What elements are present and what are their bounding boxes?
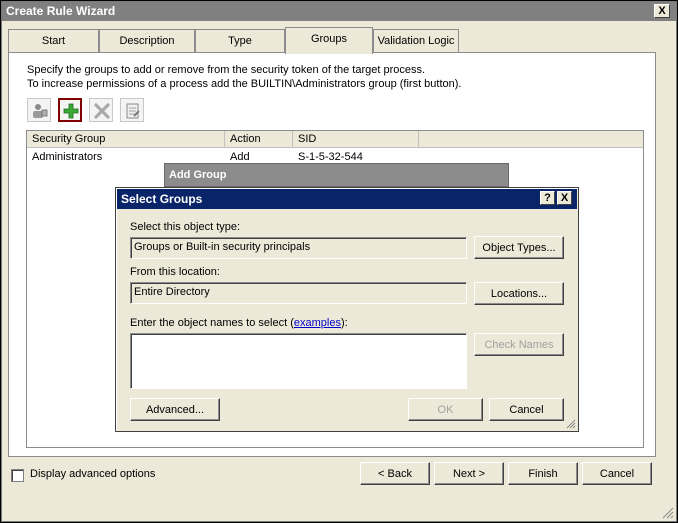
instruction-line-2: To increase permissions of a process add… [27,78,462,90]
select-groups-close-button[interactable]: X [557,191,572,205]
display-advanced-options-label: Display advanced options [30,468,156,480]
remove-group-button[interactable] [89,98,113,122]
location-label: From this location: [130,266,220,278]
groups-instructions: Specify the groups to add or remove from… [27,63,461,91]
object-names-label: Enter the object names to select (exampl… [130,317,348,329]
object-type-label: Select this object type: [130,221,241,233]
tab-groups[interactable]: Groups [285,27,373,54]
check-names-button[interactable]: Check Names [474,333,564,356]
select-groups-cancel-button[interactable]: Cancel [489,398,564,421]
tab-start[interactable]: Start [8,29,99,53]
advanced-button[interactable]: Advanced... [130,398,220,421]
examples-link[interactable]: examples [294,317,341,329]
object-types-button[interactable]: Object Types... [474,236,564,259]
add-group-dialog: Add Group [164,163,509,187]
object-names-label-suffix: ): [340,317,348,329]
resize-grip-icon[interactable] [662,507,674,519]
column-header-security-group[interactable]: Security Group [27,131,225,148]
wizard-title: Create Rule Wizard [6,4,116,18]
wizard-cancel-button[interactable]: Cancel [582,462,652,485]
location-field: Entire Directory [130,282,467,304]
locations-button[interactable]: Locations... [474,282,564,305]
select-groups-title-bar[interactable]: Select Groups [117,189,577,209]
delete-x-icon [94,103,110,119]
wizard-close-button[interactable]: X [654,4,670,18]
tab-description[interactable]: Description [99,29,195,53]
column-header-sid[interactable]: SID [293,131,419,148]
object-names-label-prefix: Enter the object names to select ( [130,317,294,329]
select-groups-dialog: Select Groups ? X Select this object typ… [115,187,579,432]
ok-button[interactable]: OK [408,398,483,421]
instruction-line-1: Specify the groups to add or remove from… [27,64,426,76]
object-names-input[interactable] [130,333,467,389]
select-groups-title: Select Groups [121,192,203,206]
list-header: Security Group Action SID [27,131,643,148]
edit-properties-icon [126,103,140,119]
add-group-title: Add Group [169,169,227,181]
add-builtin-administrators-button[interactable] [27,98,51,122]
add-plus-icon [63,103,79,119]
finish-button[interactable]: Finish [508,462,578,485]
dialog-resize-grip-icon[interactable] [566,419,576,429]
edit-group-button[interactable] [120,98,144,122]
wizard-title-bar[interactable]: Create Rule Wizard [2,2,676,21]
object-type-field: Groups or Built-in security principals [130,237,467,259]
next-button[interactable]: Next > [434,462,504,485]
column-header-action[interactable]: Action [225,131,293,148]
tab-type[interactable]: Type [195,29,285,53]
add-group-button[interactable] [58,98,82,122]
user-group-icon [33,104,48,118]
display-advanced-options-checkbox[interactable] [11,469,24,482]
tab-validation-logic[interactable]: Validation Logic [373,29,459,53]
row-security-group: Administrators [32,151,103,163]
help-button[interactable]: ? [540,191,555,205]
back-button[interactable]: < Back [360,462,430,485]
